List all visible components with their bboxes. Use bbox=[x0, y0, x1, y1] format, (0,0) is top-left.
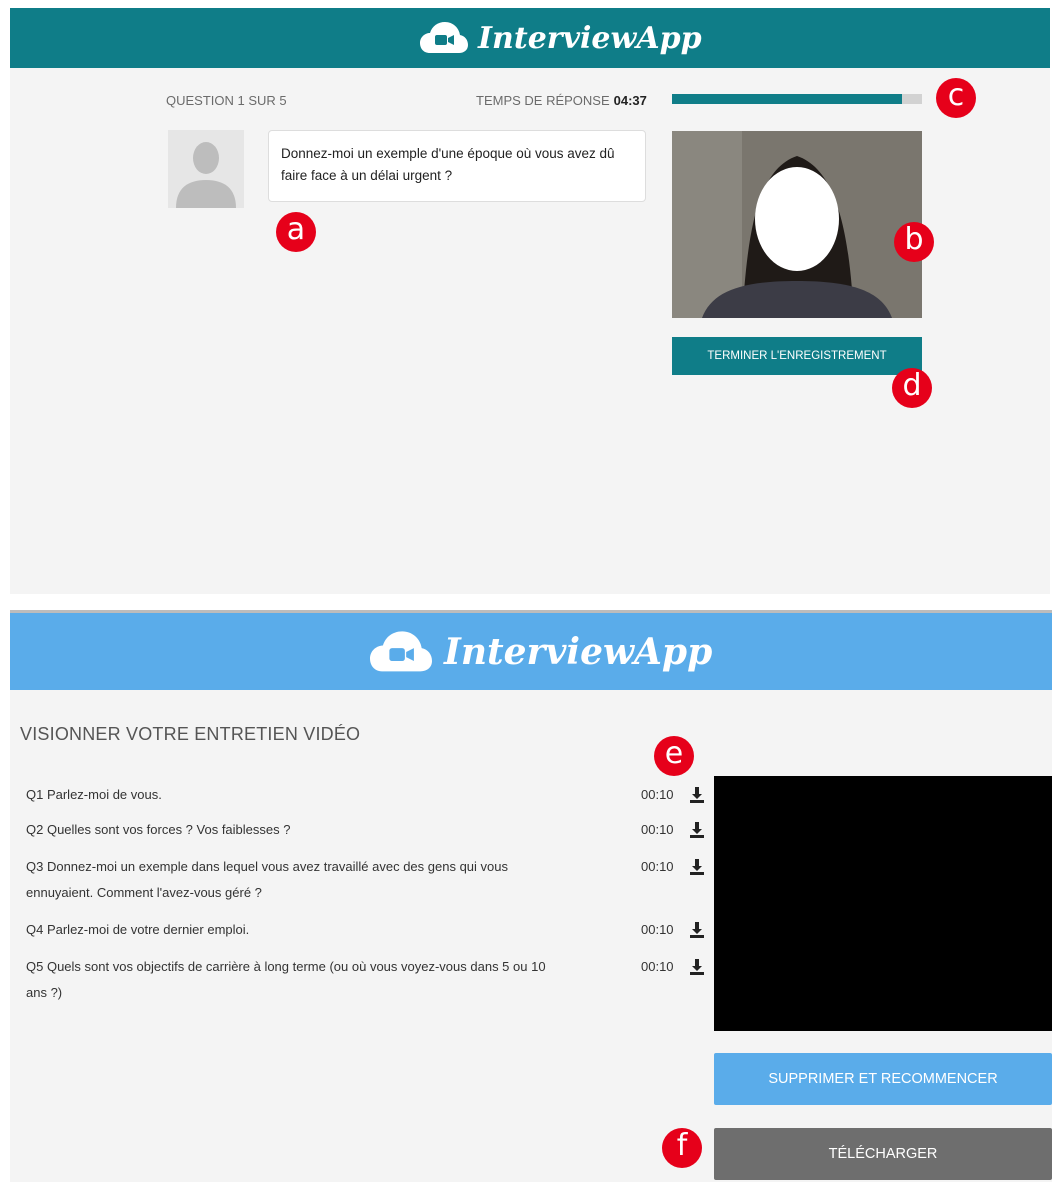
webcam-preview bbox=[672, 131, 922, 318]
download-icon[interactable] bbox=[688, 821, 706, 839]
question-text: Q2 Quelles sont vos forces ? Vos faibles… bbox=[26, 822, 291, 837]
brand-name: InterviewApp bbox=[478, 20, 702, 56]
question-bubble: Donnez-moi un exemple d'une époque où vo… bbox=[268, 130, 646, 202]
question-duration: 00:10 bbox=[641, 922, 674, 937]
cloud-camera-icon bbox=[370, 631, 432, 672]
video-player[interactable] bbox=[714, 776, 1052, 1031]
timer-label: TEMPS DE RÉPONSE bbox=[476, 93, 610, 108]
person-silhouette-icon bbox=[176, 142, 236, 208]
question-counter: QUESTION 1 SUR 5 bbox=[166, 93, 287, 108]
cloud-camera-icon bbox=[420, 22, 468, 53]
page-title: VISIONNER VOTRE ENTRETIEN VIDÉO bbox=[20, 724, 361, 744]
time-progress-bar bbox=[672, 94, 922, 104]
recording-screen: InterviewApp QUESTION 1 SUR 5 TEMPS DE R… bbox=[10, 8, 1050, 594]
download-icon[interactable] bbox=[688, 921, 706, 939]
download-icon[interactable] bbox=[688, 958, 706, 976]
question-text: Q5 Quels sont vos objectifs de carrière … bbox=[26, 959, 546, 1000]
question-duration: 00:10 bbox=[641, 822, 674, 837]
timer-value: 04:37 bbox=[613, 93, 647, 108]
annotation-marker-e: e bbox=[654, 736, 694, 776]
response-timer: TEMPS DE RÉPONSE 04:37 bbox=[476, 93, 647, 108]
interviewer-avatar bbox=[168, 130, 244, 208]
question-text: Q4 Parlez-moi de votre dernier emploi. bbox=[26, 922, 250, 937]
brand-name: InterviewApp bbox=[444, 631, 713, 673]
stop-recording-button[interactable]: TERMINER L'ENREGISTREMENT bbox=[672, 337, 922, 375]
annotation-marker-c: c bbox=[936, 78, 976, 118]
download-button[interactable]: TÉLÉCHARGER bbox=[714, 1128, 1052, 1180]
time-progress-fill bbox=[672, 94, 902, 104]
download-icon[interactable] bbox=[688, 858, 706, 876]
download-icon[interactable] bbox=[688, 786, 706, 804]
review-screen: InterviewApp VISIONNER VOTRE ENTRETIEN V… bbox=[10, 610, 1052, 1182]
question-text: Q1 Parlez-moi de vous. bbox=[26, 787, 162, 802]
app-header: InterviewApp bbox=[10, 8, 1050, 68]
webcam-feed bbox=[672, 131, 922, 318]
annotation-marker-f: f bbox=[662, 1128, 702, 1168]
question-duration: 00:10 bbox=[641, 787, 674, 802]
delete-and-restart-button[interactable]: SUPPRIMER ET RECOMMENCER bbox=[714, 1053, 1052, 1105]
annotation-marker-b: b bbox=[894, 222, 934, 262]
annotation-marker-a: a bbox=[276, 212, 316, 252]
app-header: InterviewApp bbox=[10, 613, 1052, 690]
app-logo: InterviewApp bbox=[370, 627, 712, 677]
annotation-marker-d: d bbox=[892, 368, 932, 408]
question-duration: 00:10 bbox=[641, 959, 674, 974]
question-text: Q3 Donnez-moi un exemple dans lequel vou… bbox=[26, 859, 508, 900]
app-logo: InterviewApp bbox=[420, 18, 702, 58]
question-duration: 00:10 bbox=[641, 859, 674, 874]
